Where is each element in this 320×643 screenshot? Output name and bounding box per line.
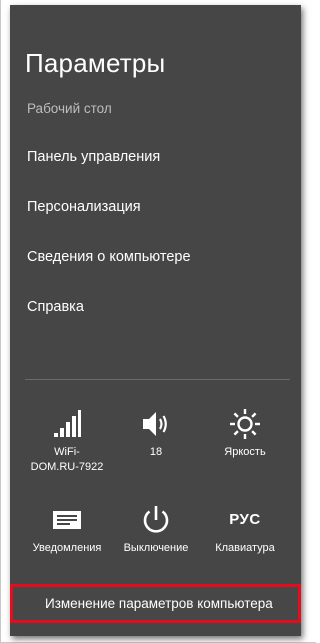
wifi-signal-icon [21, 407, 113, 441]
change-pc-settings-link[interactable]: Изменение параметров компьютера [10, 584, 301, 623]
menu-item-desktop[interactable]: Рабочий стол [27, 101, 112, 116]
network-tile[interactable]: WiFi- DOM.RU-7922 [21, 407, 113, 475]
network-label-line2: DOM.RU-7922 [30, 461, 104, 473]
notifications-label: Уведомления [32, 542, 102, 554]
speaker-icon [110, 407, 202, 441]
brightness-label: Яркость [224, 446, 266, 458]
sun-icon [199, 407, 291, 441]
power-tile[interactable]: Выключение [110, 503, 202, 556]
notifications-tile[interactable]: Уведомления [21, 503, 113, 556]
power-icon [110, 503, 202, 537]
brightness-tile[interactable]: Яркость [199, 407, 291, 460]
menu-item-pc-info[interactable]: Сведения о компьютере [27, 249, 191, 265]
change-pc-settings-label: Изменение параметров компьютера [45, 596, 273, 611]
notifications-icon [21, 503, 113, 537]
keyboard-tile[interactable]: РУС Клавиатура [199, 503, 291, 556]
power-label: Выключение [123, 542, 189, 554]
panel-title: Параметры [25, 48, 166, 78]
network-label-line1: WiFi- [54, 446, 80, 458]
divider [25, 379, 290, 380]
menu-item-personalization[interactable]: Персонализация [27, 199, 141, 215]
menu-item-control-panel[interactable]: Панель управления [27, 149, 160, 165]
keyboard-label: Клавиатура [215, 542, 275, 554]
volume-label: 18 [149, 446, 163, 458]
settings-charm-panel: Параметры Рабочий стол Панель управления… [10, 5, 301, 636]
keyboard-language-indicator: РУС [229, 511, 261, 528]
volume-tile[interactable]: 18 [110, 407, 202, 460]
menu-item-help[interactable]: Справка [27, 299, 84, 315]
